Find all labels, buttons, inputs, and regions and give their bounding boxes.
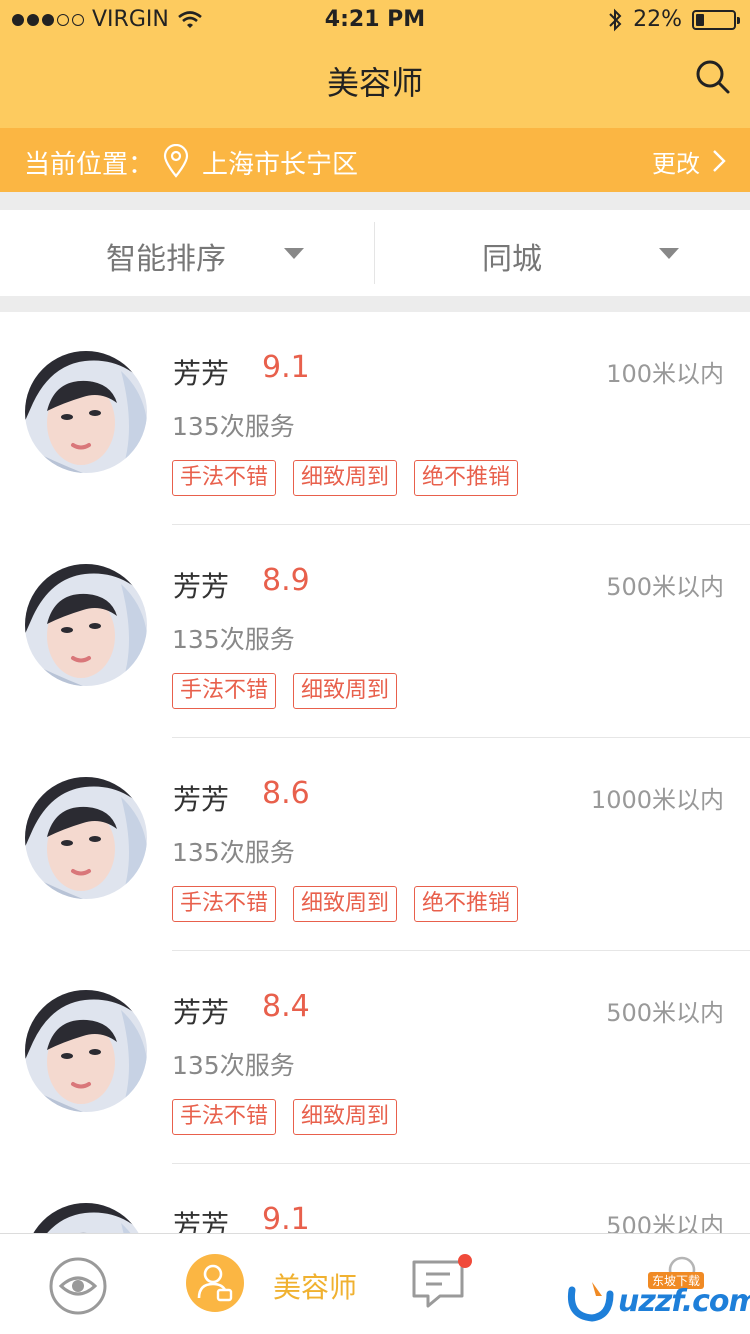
- distance: 1000米以内: [590, 786, 724, 814]
- sort-filter-label: 智能排序: [106, 242, 226, 277]
- tab-messages[interactable]: [410, 1254, 474, 1318]
- list-item[interactable]: 芳芳9.1500米以内135次服务: [0, 1164, 750, 1233]
- change-location-button[interactable]: 更改: [652, 144, 700, 179]
- list-item[interactable]: 芳芳 9.1 100米以内 135次服务手法不错 细致周到 绝不推销: [0, 312, 750, 525]
- section-gap: [0, 192, 750, 210]
- caret-down-icon: [284, 248, 304, 259]
- beautician-icon: [186, 1254, 244, 1312]
- review-tag: 细致周到: [293, 886, 398, 922]
- filter-bar: 智能排序 同城: [0, 210, 750, 296]
- watermark-logo: 东坡下载 uzzf.com: [566, 1272, 750, 1326]
- avatar[interactable]: [25, 351, 147, 473]
- area-filter-dropdown[interactable]: 同城: [375, 210, 750, 296]
- distance: 500米以内: [606, 999, 724, 1027]
- location-bar: 当前位置： 上海市长宁区 更改: [0, 128, 750, 192]
- beautician-name: 芳芳: [173, 570, 230, 603]
- page-title: 美容师: [326, 64, 423, 102]
- beautician-name: 芳芳: [173, 783, 230, 816]
- section-gap: [0, 296, 750, 312]
- distance: 100米以内: [606, 360, 724, 388]
- eye-icon[interactable]: [48, 1256, 108, 1316]
- review-tag: 手法不错: [172, 460, 277, 496]
- caret-down-icon: [659, 248, 679, 259]
- avatar[interactable]: [25, 1203, 147, 1233]
- service-count: 135次服务: [172, 412, 295, 441]
- rating-score: 9.1: [262, 350, 310, 385]
- review-tag: 手法不错: [172, 886, 277, 922]
- review-tag: 手法不错: [172, 1099, 277, 1135]
- message-icon: [412, 1260, 464, 1308]
- status-right: 22%: [607, 7, 740, 32]
- chevron-right-icon[interactable]: [712, 149, 726, 173]
- tag-list: 手法不错 细致周到: [172, 1099, 398, 1135]
- sort-filter-dropdown[interactable]: 智能排序: [0, 210, 375, 296]
- rating-score: 8.6: [262, 776, 310, 811]
- distance: 500米以内: [606, 573, 724, 601]
- rating-score: 8.4: [262, 989, 310, 1024]
- beautician-list: 芳芳 9.1 100米以内 135次服务 手法不错 细致周到 绝不推销 芳芳 8.9 500米以内…: [0, 312, 750, 1233]
- notification-badge: [458, 1254, 472, 1268]
- tag-list: 手法不错 细致周到 绝不推销: [172, 460, 519, 496]
- review-tag: 细致周到: [293, 1099, 398, 1135]
- service-count: 135次服务: [172, 625, 295, 654]
- review-tag: 绝不推销: [414, 460, 519, 496]
- list-item[interactable]: 芳芳 8.9 500米以内 135次服务手法不错 细致周到: [0, 525, 750, 738]
- battery-fill: [696, 13, 704, 26]
- tab-bar: 美容师 东坡下载 uzzf.com: [0, 1233, 750, 1334]
- service-count: 135次服务: [172, 1051, 295, 1080]
- tab-beautician-label: 美容师: [273, 1271, 358, 1304]
- avatar[interactable]: [25, 990, 147, 1112]
- area-filter-label: 同城: [482, 242, 542, 277]
- list-item[interactable]: 芳芳 8.4 500米以内 135次服务手法不错 细致周到: [0, 951, 750, 1164]
- location-city: 上海市长宁区: [202, 150, 359, 180]
- tag-list: 手法不错 细致周到: [172, 673, 398, 709]
- list-item[interactable]: 芳芳 8.6 1000米以内 135次服务手法不错 细致周到 绝不推销: [0, 738, 750, 951]
- search-icon[interactable]: [694, 58, 732, 96]
- top-bar: VIRGIN 4:21 PM 22% 美容师: [0, 0, 750, 128]
- tab-beautician[interactable]: 美容师: [186, 1254, 376, 1314]
- review-tag: 绝不推销: [414, 886, 519, 922]
- beautician-name: 芳芳: [173, 1209, 230, 1233]
- bluetooth-icon: [609, 8, 622, 31]
- location-pin-icon: [163, 144, 189, 178]
- battery-icon: [692, 9, 740, 30]
- beautician-name: 芳芳: [173, 996, 230, 1029]
- avatar[interactable]: [25, 777, 147, 899]
- review-tag: 手法不错: [172, 673, 277, 709]
- distance: 500米以内: [606, 1212, 724, 1233]
- tag-list: 手法不错 细致周到 绝不推销: [172, 886, 519, 922]
- service-count: 135次服务: [172, 838, 295, 867]
- location-label: 当前位置：: [24, 150, 155, 180]
- battery-percent: 22%: [633, 7, 682, 32]
- avatar[interactable]: [25, 564, 147, 686]
- beautician-name: 芳芳: [173, 357, 230, 390]
- rating-score: 8.9: [262, 563, 310, 598]
- review-tag: 细致周到: [293, 673, 398, 709]
- rating-score: 9.1: [262, 1202, 310, 1233]
- status-bar: VIRGIN 4:21 PM 22%: [0, 0, 750, 40]
- review-tag: 细致周到: [293, 460, 398, 496]
